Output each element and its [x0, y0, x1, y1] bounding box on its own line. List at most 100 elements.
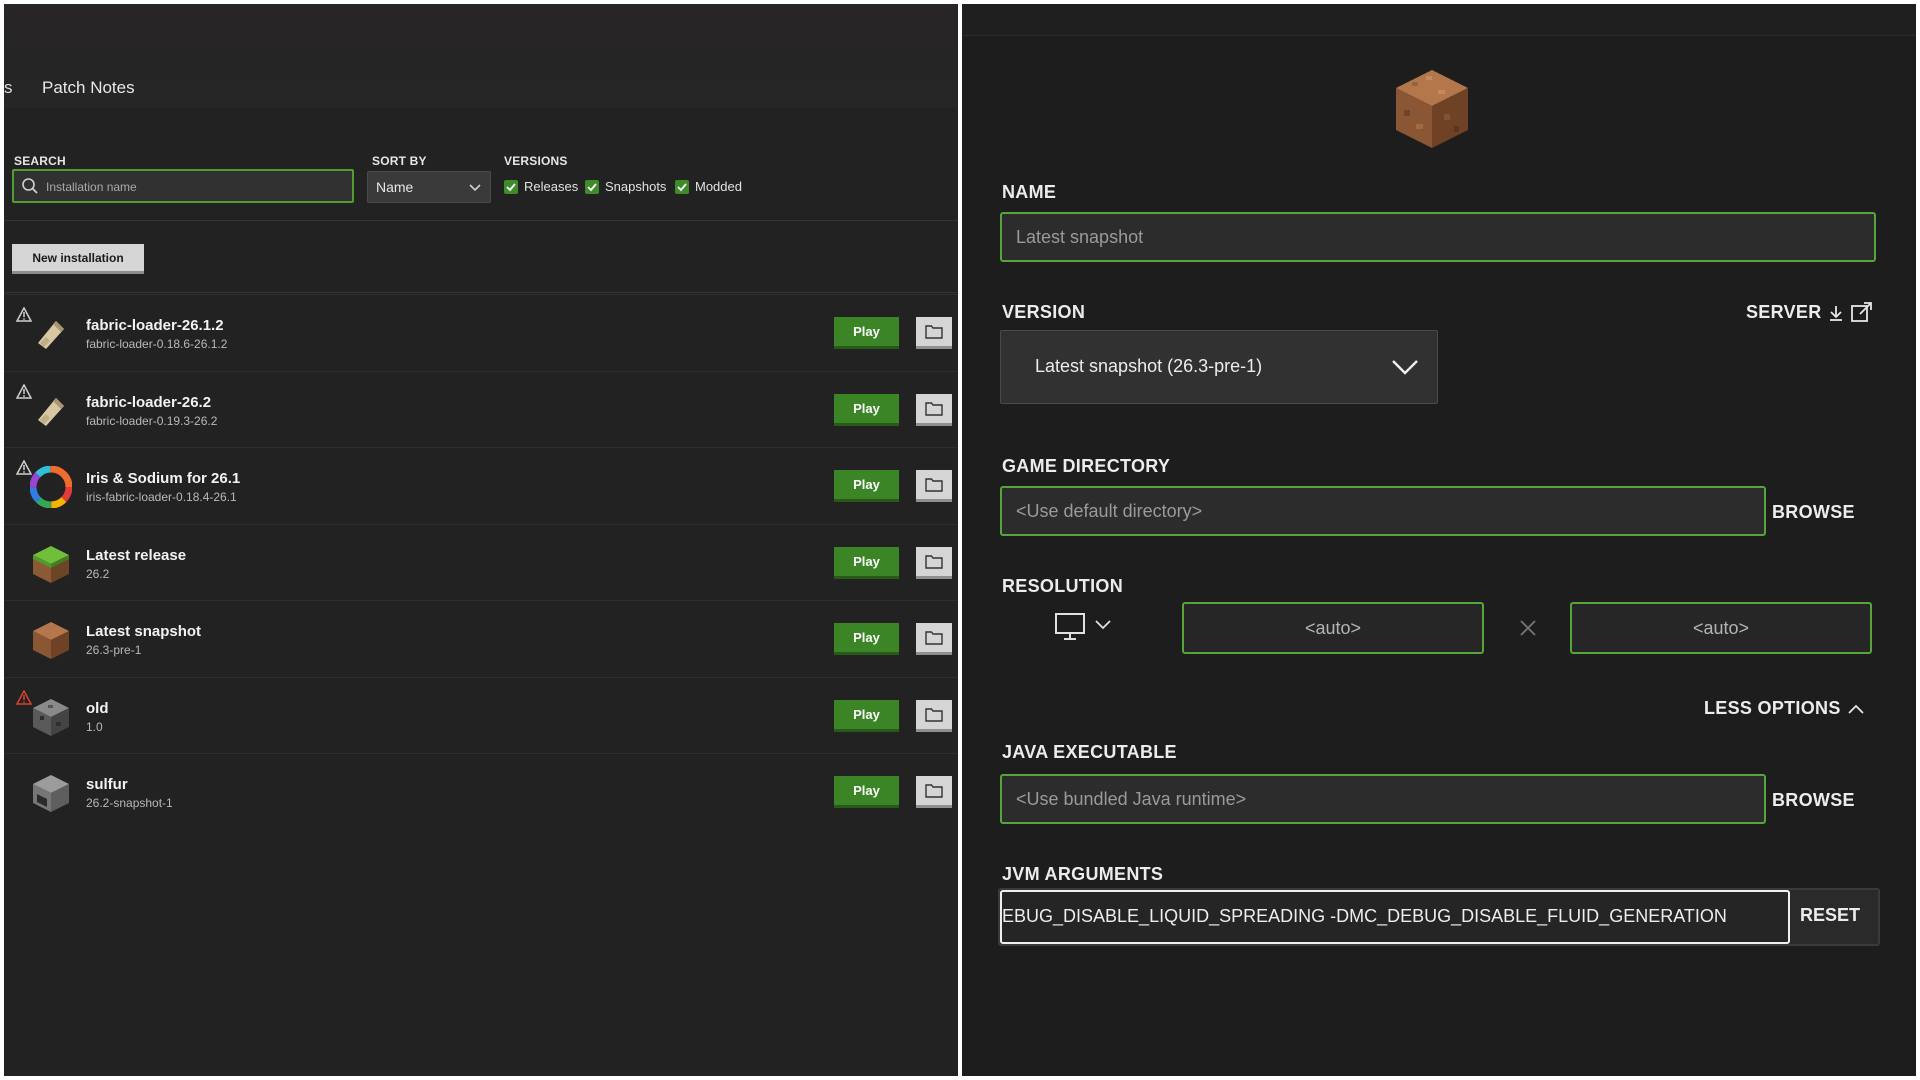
- checkbox-checked-icon: [585, 179, 599, 194]
- open-folder-button[interactable]: [916, 776, 952, 808]
- open-folder-button[interactable]: [916, 470, 952, 502]
- installation-version: 26.2: [86, 566, 110, 581]
- bedrock-block-icon: [30, 696, 72, 738]
- dirt-block-icon: [30, 619, 72, 661]
- times-icon: [1520, 620, 1536, 636]
- sort-by-select[interactable]: Name: [367, 171, 491, 203]
- installation-row[interactable]: Latest snapshot 26.3-pre-1 Play: [4, 600, 958, 676]
- java-executable-input[interactable]: <Use bundled Java runtime>: [1000, 774, 1766, 824]
- play-button[interactable]: Play: [834, 317, 899, 349]
- top-nav-bar: s Patch Notes: [4, 4, 958, 108]
- game-directory-label: GAME DIRECTORY: [1002, 456, 1171, 476]
- chevron-down-icon: [469, 184, 481, 192]
- tab-patch-notes[interactable]: Patch Notes: [42, 78, 135, 98]
- folder-icon: [925, 401, 943, 416]
- fabric-icon: [30, 313, 72, 355]
- open-folder-button[interactable]: [916, 393, 952, 426]
- chevron-up-icon: [1847, 704, 1864, 714]
- installation-row[interactable]: old 1.0 Play: [4, 676, 958, 753]
- open-folder-button[interactable]: [916, 699, 952, 732]
- installation-version: 26.2-snapshot-1: [86, 796, 173, 810]
- open-folder-button[interactable]: [916, 317, 952, 349]
- releases-checkbox[interactable]: Releases: [504, 179, 578, 194]
- installation-name: Iris & Sodium for 26.1: [86, 470, 241, 487]
- resolution-height-input[interactable]: <auto>: [1570, 602, 1872, 654]
- search-box[interactable]: [12, 169, 354, 203]
- snapshots-label: Snapshots: [605, 179, 667, 194]
- releases-label: Releases: [524, 179, 579, 194]
- play-button[interactable]: Play: [834, 470, 899, 502]
- play-button[interactable]: Play: [834, 546, 899, 579]
- divider: [4, 220, 958, 221]
- game-directory-input[interactable]: <Use default directory>: [1000, 486, 1766, 536]
- jvm-arguments-label: JVM ARGUMENTS: [1002, 864, 1164, 884]
- sort-by-value: Name: [376, 179, 414, 195]
- open-folder-button[interactable]: [916, 623, 952, 655]
- jvm-arguments-reset-button[interactable]: RESET: [1800, 905, 1860, 926]
- resolution-label: RESOLUTION: [1002, 576, 1124, 596]
- chevron-down-icon: [1392, 360, 1418, 375]
- furnace-block-icon: [30, 772, 72, 814]
- dirt-block-icon[interactable]: [1392, 66, 1472, 150]
- installation-name: Latest release: [86, 546, 187, 564]
- monitor-icon[interactable]: [1054, 612, 1088, 642]
- search-label: SEARCH: [14, 154, 66, 168]
- versions-label: VERSIONS: [504, 154, 568, 168]
- installation-version: 26.3-pre-1: [86, 643, 142, 657]
- external-link-icon[interactable]: [1850, 300, 1874, 324]
- folder-icon: [925, 478, 943, 492]
- new-installation-button[interactable]: New installation: [12, 244, 144, 274]
- installation-version: fabric-loader-0.19.3-26.2: [86, 413, 218, 428]
- fabric-icon: [30, 390, 72, 432]
- installation-name: fabric-loader-26.1.2: [86, 317, 224, 334]
- less-options-button[interactable]: LESS OPTIONS: [1704, 698, 1865, 719]
- iris-icon: [29, 465, 73, 509]
- folder-icon: [925, 631, 943, 645]
- play-button[interactable]: Play: [834, 393, 899, 426]
- folder-icon: [925, 325, 943, 339]
- java-executable-label: JAVA EXECUTABLE: [1002, 742, 1177, 762]
- version-value: Latest snapshot (26.3-pre-1): [1035, 356, 1263, 376]
- jvm-arguments-field: EBUG_DISABLE_LIQUID_SPREADING -DMC_DEBUG…: [998, 888, 1880, 946]
- modded-checkbox[interactable]: Modded: [675, 179, 742, 194]
- sort-by-label: SORT BY: [372, 154, 427, 168]
- installation-row[interactable]: fabric-loader-26.2 fabric-loader-0.19.3-2…: [4, 370, 958, 447]
- less-options-label: LESS OPTIONS: [1704, 698, 1841, 718]
- resolution-width-input[interactable]: <auto>: [1182, 602, 1484, 654]
- modded-label: Modded: [695, 179, 742, 194]
- name-input[interactable]: Latest snapshot: [1000, 212, 1876, 262]
- server-download-link[interactable]: SERVER: [1746, 302, 1844, 323]
- jvm-arguments-input[interactable]: EBUG_DISABLE_LIQUID_SPREADING -DMC_DEBUG…: [1000, 890, 1790, 944]
- play-button[interactable]: Play: [834, 776, 899, 808]
- snapshots-checkbox[interactable]: Snapshots: [585, 179, 666, 194]
- play-button[interactable]: Play: [834, 623, 899, 655]
- play-button[interactable]: Play: [834, 699, 899, 732]
- installation-row[interactable]: Iris & Sodium for 26.1 iris-fabric-loader…: [4, 447, 958, 523]
- search-icon: [22, 178, 38, 194]
- installation-name: Latest snapshot: [86, 623, 202, 640]
- jvm-arguments-value: EBUG_DISABLE_LIQUID_SPREADING -DMC_DEBUG…: [1002, 906, 1727, 926]
- folder-icon: [925, 554, 943, 569]
- search-input[interactable]: [46, 176, 346, 198]
- checkbox-checked-icon: [675, 179, 689, 194]
- edit-installation-panel: NAME Latest snapshot VERSION SERVER Late…: [962, 4, 1916, 1076]
- installation-version: fabric-loader-0.18.6-26.1.2: [86, 337, 228, 351]
- installation-name: fabric-loader-26.2: [86, 393, 212, 411]
- open-folder-button[interactable]: [916, 546, 952, 579]
- java-executable-browse-button[interactable]: BROWSE: [1772, 790, 1855, 811]
- installation-name: sulfur: [86, 776, 128, 793]
- installation-version: 1.0: [86, 719, 103, 734]
- panel-header: [962, 4, 1916, 36]
- version-select[interactable]: Latest snapshot (26.3-pre-1): [1000, 330, 1438, 404]
- tab-partial[interactable]: s: [4, 78, 13, 98]
- game-directory-browse-button[interactable]: BROWSE: [1772, 502, 1855, 523]
- name-label: NAME: [1002, 182, 1057, 202]
- chevron-down-icon[interactable]: [1094, 618, 1112, 632]
- installation-row[interactable]: Latest release 26.2 Play: [4, 523, 958, 600]
- installation-row[interactable]: sulfur 26.2-snapshot-1 Play: [4, 753, 958, 829]
- folder-icon: [925, 707, 943, 722]
- divider: [4, 292, 958, 293]
- installation-row[interactable]: fabric-loader-26.1.2 fabric-loader-0.18.6…: [4, 294, 958, 370]
- version-label: VERSION: [1002, 302, 1086, 322]
- folder-icon: [925, 784, 943, 798]
